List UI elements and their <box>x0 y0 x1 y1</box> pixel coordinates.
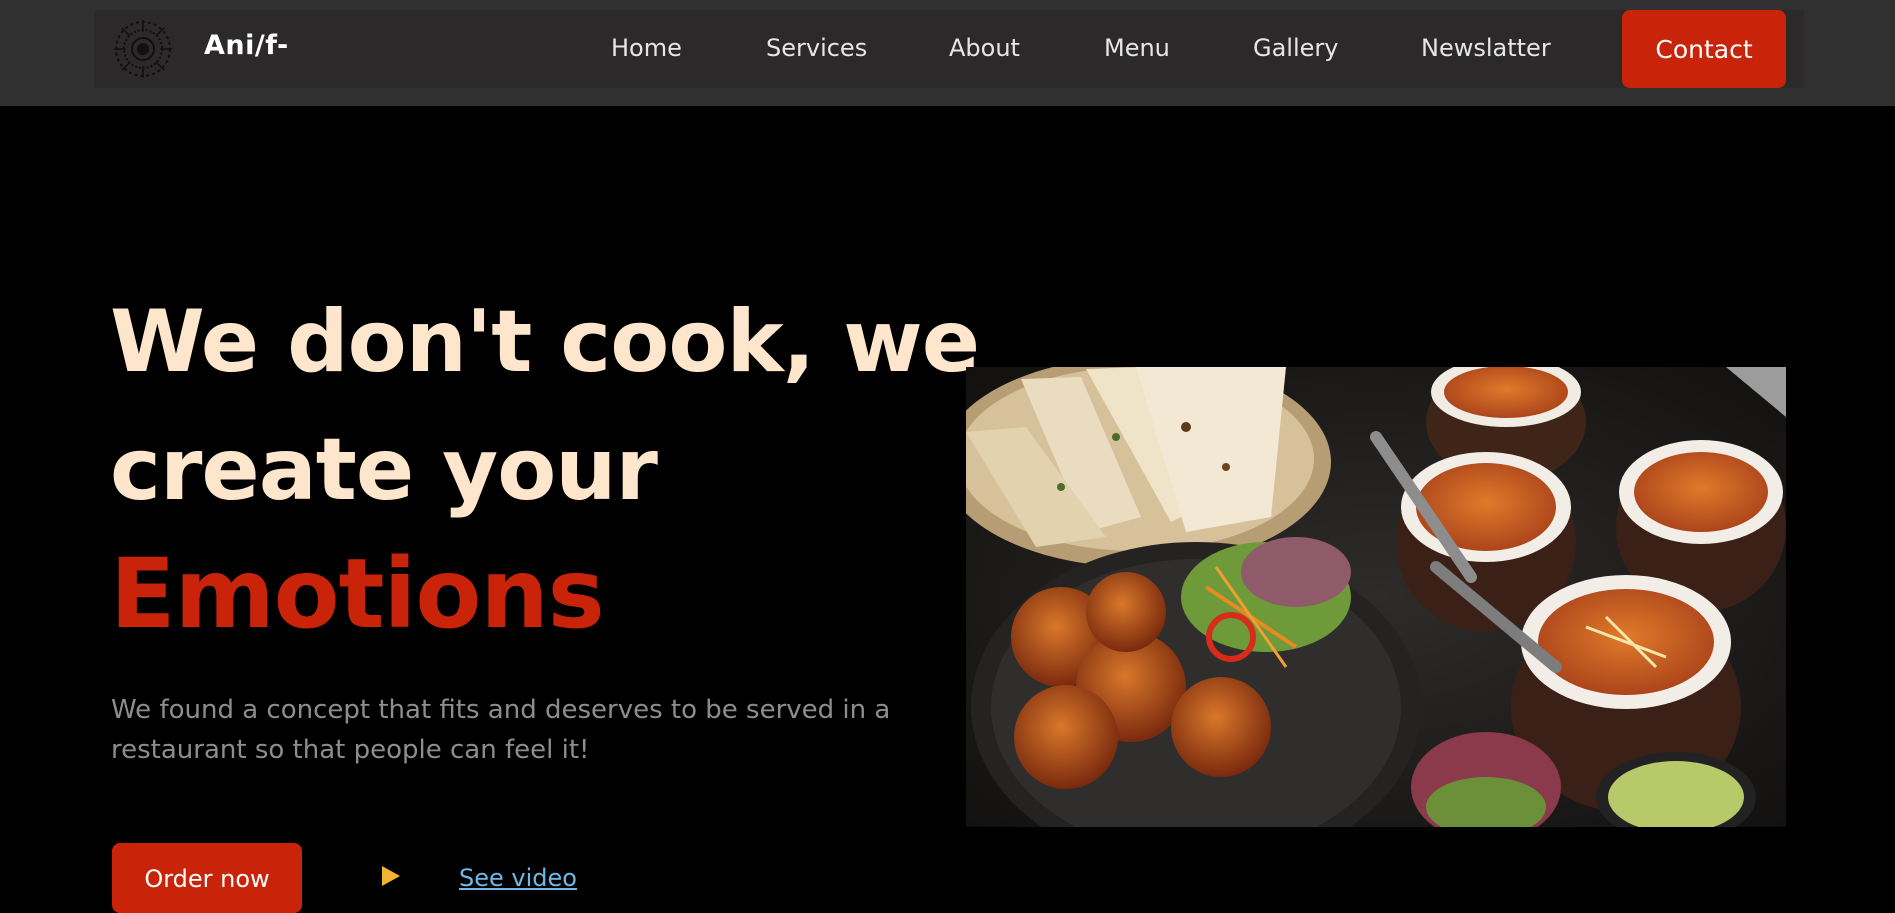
brand-name[interactable]: Ani/f- <box>204 30 289 61</box>
hero-title-accent: Emotions <box>110 538 605 650</box>
navbar: Ani/f- Home Services About Menu Gallery … <box>94 10 1804 88</box>
hero-food-image <box>966 367 1786 827</box>
food-illustration <box>966 367 1786 827</box>
top-bar: Ani/f- Home Services About Menu Gallery … <box>0 0 1895 106</box>
nav-menu[interactable]: Menu <box>1104 34 1170 62</box>
nav-home[interactable]: Home <box>611 34 682 62</box>
hero-title-line-2: create your <box>110 420 658 520</box>
contact-button[interactable]: Contact <box>1622 10 1786 88</box>
nav-newsletter[interactable]: Newslatter <box>1421 34 1551 62</box>
nav-gallery[interactable]: Gallery <box>1253 34 1338 62</box>
hero-subtitle: We found a concept that fits and deserve… <box>111 695 891 765</box>
order-now-button[interactable]: Order now <box>112 843 302 913</box>
hero-title-line-1: We don't cook, we <box>110 292 980 392</box>
play-icon[interactable] <box>382 866 400 886</box>
mandala-logo-icon[interactable] <box>112 18 174 80</box>
nav-services[interactable]: Services <box>766 34 867 62</box>
see-video-link[interactable]: See video <box>459 864 577 892</box>
nav-about[interactable]: About <box>949 34 1020 62</box>
